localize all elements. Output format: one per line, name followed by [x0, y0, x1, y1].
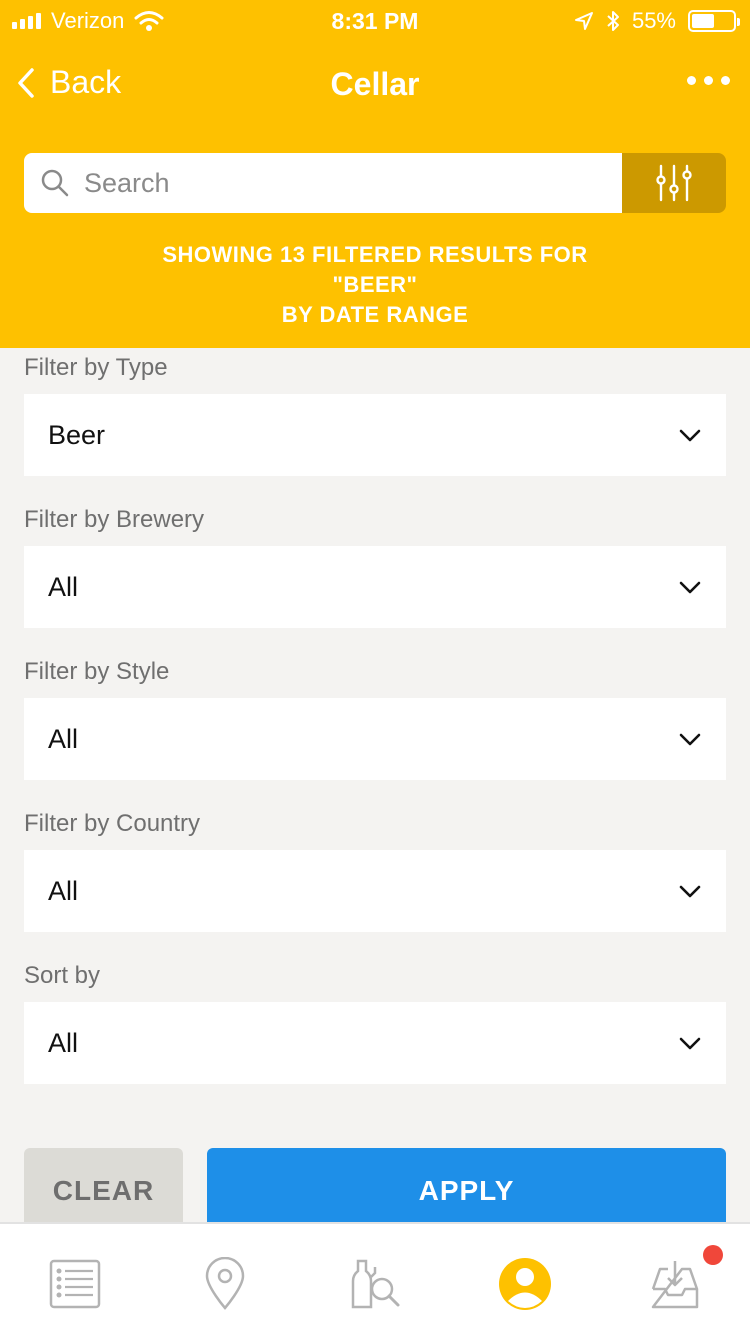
tab-profile[interactable]	[495, 1254, 555, 1314]
more-options-button[interactable]	[687, 76, 730, 85]
more-dot-icon	[721, 76, 730, 85]
bluetooth-icon	[607, 11, 619, 31]
results-summary: SHOWING 13 FILTERED RESULTS FOR "BEER" B…	[0, 240, 750, 330]
filter-type-label: Filter by Type	[24, 354, 168, 381]
sort-by-select[interactable]: All	[24, 1002, 726, 1084]
sliders-icon	[656, 164, 692, 202]
bottle-search-icon	[351, 1259, 400, 1309]
tab-bottle-search[interactable]	[345, 1254, 405, 1314]
location-arrow-icon	[574, 12, 593, 30]
list-icon	[49, 1259, 101, 1309]
battery-percent: 55%	[631, 8, 676, 33]
chevron-down-icon	[679, 581, 701, 594]
notification-badge	[703, 1245, 723, 1265]
sort-by-value: All	[48, 1027, 79, 1058]
more-dot-icon	[687, 76, 696, 85]
search-bar[interactable]	[24, 153, 622, 213]
sort-by-label: Sort by	[24, 962, 101, 989]
search-input[interactable]	[84, 167, 604, 199]
app-header: Verizon 8:31 PM 55% Back Cellar Search S…	[0, 0, 750, 348]
page-title: Cellar	[330, 66, 420, 102]
filter-type-select[interactable]: Beer	[24, 394, 726, 476]
tab-bar	[0, 1222, 750, 1334]
navigation-bar: Back Cellar	[0, 56, 750, 112]
status-right: 55%	[574, 8, 740, 34]
map-pin-icon	[205, 1257, 245, 1310]
battery-icon	[688, 10, 740, 32]
inbox-download-icon	[651, 1261, 699, 1309]
results-sort: BY DATE RANGE	[281, 302, 469, 327]
filter-brewery-select[interactable]: All	[24, 546, 726, 628]
filter-brewery-value: All	[48, 571, 79, 602]
filter-style-value: All	[48, 723, 79, 754]
results-query: "BEER"	[332, 272, 418, 297]
filter-brewery-label: Filter by Brewery	[24, 506, 205, 533]
results-line: SHOWING 13 FILTERED RESULTS FOR	[162, 242, 588, 267]
filter-country-select[interactable]: All	[24, 850, 726, 932]
tab-inbox[interactable]	[645, 1254, 705, 1314]
chevron-down-icon	[679, 733, 701, 746]
status-bar: Verizon 8:31 PM 55%	[0, 0, 750, 42]
search-icon	[41, 169, 69, 197]
filter-style-select[interactable]: All	[24, 698, 726, 780]
filter-style-label: Filter by Style	[24, 658, 170, 685]
filter-type-value: Beer	[48, 419, 106, 450]
filter-country-value: All	[48, 875, 79, 906]
chevron-down-icon	[679, 429, 701, 442]
filter-settings-button[interactable]	[622, 153, 726, 213]
filter-country-label: Filter by Country	[24, 810, 201, 837]
profile-icon	[499, 1258, 551, 1310]
tab-map[interactable]	[195, 1254, 255, 1314]
more-dot-icon	[704, 76, 713, 85]
chevron-down-icon	[679, 1037, 701, 1050]
tab-list[interactable]	[45, 1254, 105, 1314]
chevron-down-icon	[679, 885, 701, 898]
